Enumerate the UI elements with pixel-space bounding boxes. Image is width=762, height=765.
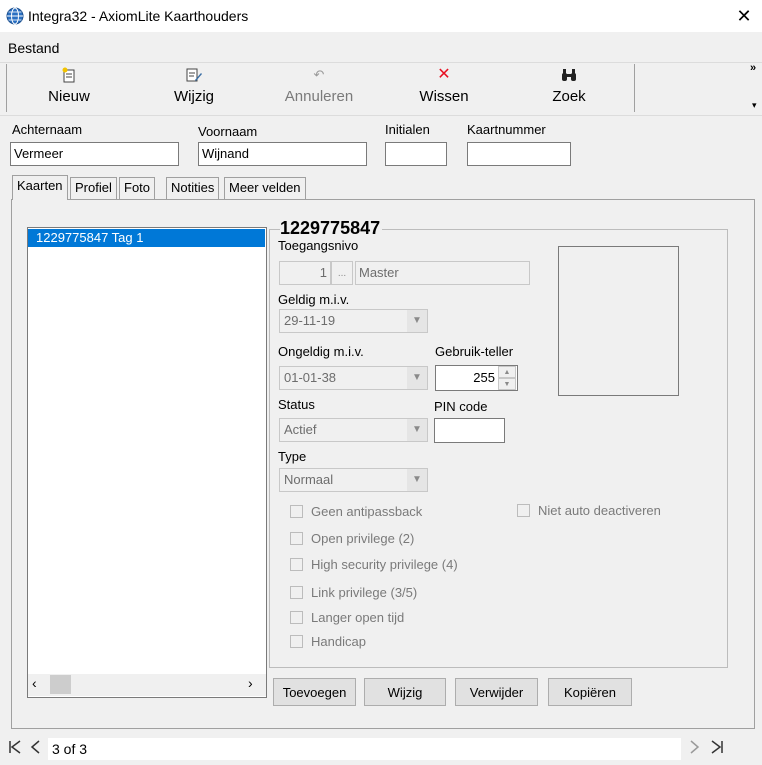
kaartnummer-field[interactable] xyxy=(467,142,571,166)
type-label: Type xyxy=(278,449,307,464)
tab-foto[interactable]: Foto xyxy=(119,177,156,199)
checkbox-box xyxy=(290,532,303,545)
record-position: 3 of 3 xyxy=(48,738,681,760)
tab-notities[interactable]: Notities xyxy=(166,177,220,199)
toegangsnivo-browse-button[interactable]: ... xyxy=(331,261,353,285)
initialen-field[interactable] xyxy=(385,142,447,166)
last-record-icon[interactable] xyxy=(710,739,724,758)
tab-profiel[interactable]: Profiel xyxy=(70,177,117,199)
chevron-down-icon: ▼ xyxy=(407,310,427,332)
ongeldig-label: Ongeldig m.i.v. xyxy=(278,344,364,359)
edit-icon xyxy=(155,64,233,88)
chevron-down-icon: ▼ xyxy=(407,367,427,389)
checkbox-box xyxy=(290,586,303,599)
wissen-button[interactable]: ✕ Wissen xyxy=(405,64,483,112)
chevron-down-icon: ▼ xyxy=(407,469,427,491)
high-security-privilege-checkbox[interactable]: High security privilege (4) xyxy=(290,557,458,572)
toegangsnivo-name: Master xyxy=(355,261,530,285)
open-privilege-checkbox[interactable]: Open privilege (2) xyxy=(290,531,414,546)
zoek-button[interactable]: Zoek xyxy=(530,64,608,112)
undo-icon: ↶ xyxy=(313,67,325,82)
chevron-down-icon: ▼ xyxy=(407,419,427,441)
scroll-thumb[interactable] xyxy=(50,675,71,694)
previous-record-icon[interactable] xyxy=(30,739,42,758)
handicap-checkbox[interactable]: Handicap xyxy=(290,634,366,649)
achternaam-label: Achternaam xyxy=(12,122,83,137)
scroll-left-icon[interactable]: ‹ xyxy=(32,675,37,691)
pin-code-field[interactable] xyxy=(434,418,505,443)
toolbar-separator xyxy=(6,64,7,112)
card-number-heading: 1229775847 xyxy=(280,218,383,239)
toegangsnivo-number: 1 xyxy=(279,261,331,285)
wijzig-card-button[interactable]: Wijzig xyxy=(364,678,446,706)
checkbox-box xyxy=(290,558,303,571)
first-record-icon[interactable] xyxy=(8,739,22,758)
geldig-date-picker[interactable]: 29-11-19 ▼ xyxy=(279,309,428,333)
wijzig-button[interactable]: Wijzig xyxy=(155,64,233,112)
checkbox-box xyxy=(290,635,303,648)
next-record-icon[interactable] xyxy=(688,739,700,758)
spin-up-icon[interactable]: ▲ xyxy=(498,366,516,378)
link-privilege-checkbox[interactable]: Link privilege (3/5) xyxy=(290,585,417,600)
menu-bestand[interactable]: Bestand xyxy=(8,40,59,56)
toolbar xyxy=(0,62,762,116)
annuleren-button[interactable]: ↶ Annuleren xyxy=(280,64,358,112)
spin-down-icon[interactable]: ▼ xyxy=(498,378,516,390)
pin-code-label: PIN code xyxy=(434,399,488,414)
delete-icon: ✕ xyxy=(437,66,451,83)
geen-antipassback-checkbox[interactable]: Geen antipassback xyxy=(290,504,422,519)
geldig-label: Geldig m.i.v. xyxy=(278,292,350,307)
status-select[interactable]: Actief ▼ xyxy=(279,418,428,442)
kopieren-button[interactable]: Kopiëren xyxy=(548,678,632,706)
toolbar-overflow-icon[interactable]: » xyxy=(750,62,756,74)
verwijder-button[interactable]: Verwijder xyxy=(455,678,538,706)
voornaam-label: Voornaam xyxy=(198,124,258,139)
ongeldig-date-picker[interactable]: 01-01-38 ▼ xyxy=(279,366,428,390)
checkbox-box xyxy=(290,505,303,518)
achternaam-field[interactable]: Vermeer xyxy=(10,142,179,166)
checkbox-box xyxy=(517,504,530,517)
type-select[interactable]: Normaal ▼ xyxy=(279,468,428,492)
toolbar-dropdown-icon[interactable]: ▾ xyxy=(752,100,757,111)
window-title: Integra32 - AxiomLite Kaarthouders xyxy=(28,8,249,24)
toegangsnivo-label: Toegangsnivo xyxy=(278,238,359,253)
close-button[interactable]: ✕ xyxy=(726,0,762,32)
langer-open-tijd-checkbox[interactable]: Langer open tijd xyxy=(290,610,404,625)
close-icon: ✕ xyxy=(736,5,752,26)
gebruik-teller-stepper[interactable]: 255 ▲ ▼ xyxy=(435,365,518,391)
globe-app-icon xyxy=(6,7,24,25)
scroll-right-icon[interactable]: › xyxy=(248,675,253,691)
checkbox-box xyxy=(290,611,303,624)
nieuw-button[interactable]: Nieuw xyxy=(30,64,108,112)
card-list[interactable] xyxy=(27,227,267,698)
new-document-icon xyxy=(30,64,108,88)
binoculars-icon xyxy=(530,64,608,88)
niet-auto-deactiveren-checkbox[interactable]: Niet auto deactiveren xyxy=(517,503,661,518)
tab-meer-velden[interactable]: Meer velden xyxy=(224,177,306,199)
status-label: Status xyxy=(278,397,315,412)
card-photo xyxy=(558,246,679,396)
list-item[interactable]: 1229775847 Tag 1 xyxy=(28,229,265,247)
kaartnummer-label: Kaartnummer xyxy=(467,122,546,137)
toolbar-separator xyxy=(634,64,635,112)
initialen-label: Initialen xyxy=(385,122,430,137)
tab-kaarten[interactable]: Kaarten xyxy=(12,175,68,200)
toevoegen-button[interactable]: Toevoegen xyxy=(273,678,356,706)
voornaam-field[interactable]: Wijnand xyxy=(198,142,367,166)
gebruik-teller-label: Gebruik-teller xyxy=(435,344,514,359)
